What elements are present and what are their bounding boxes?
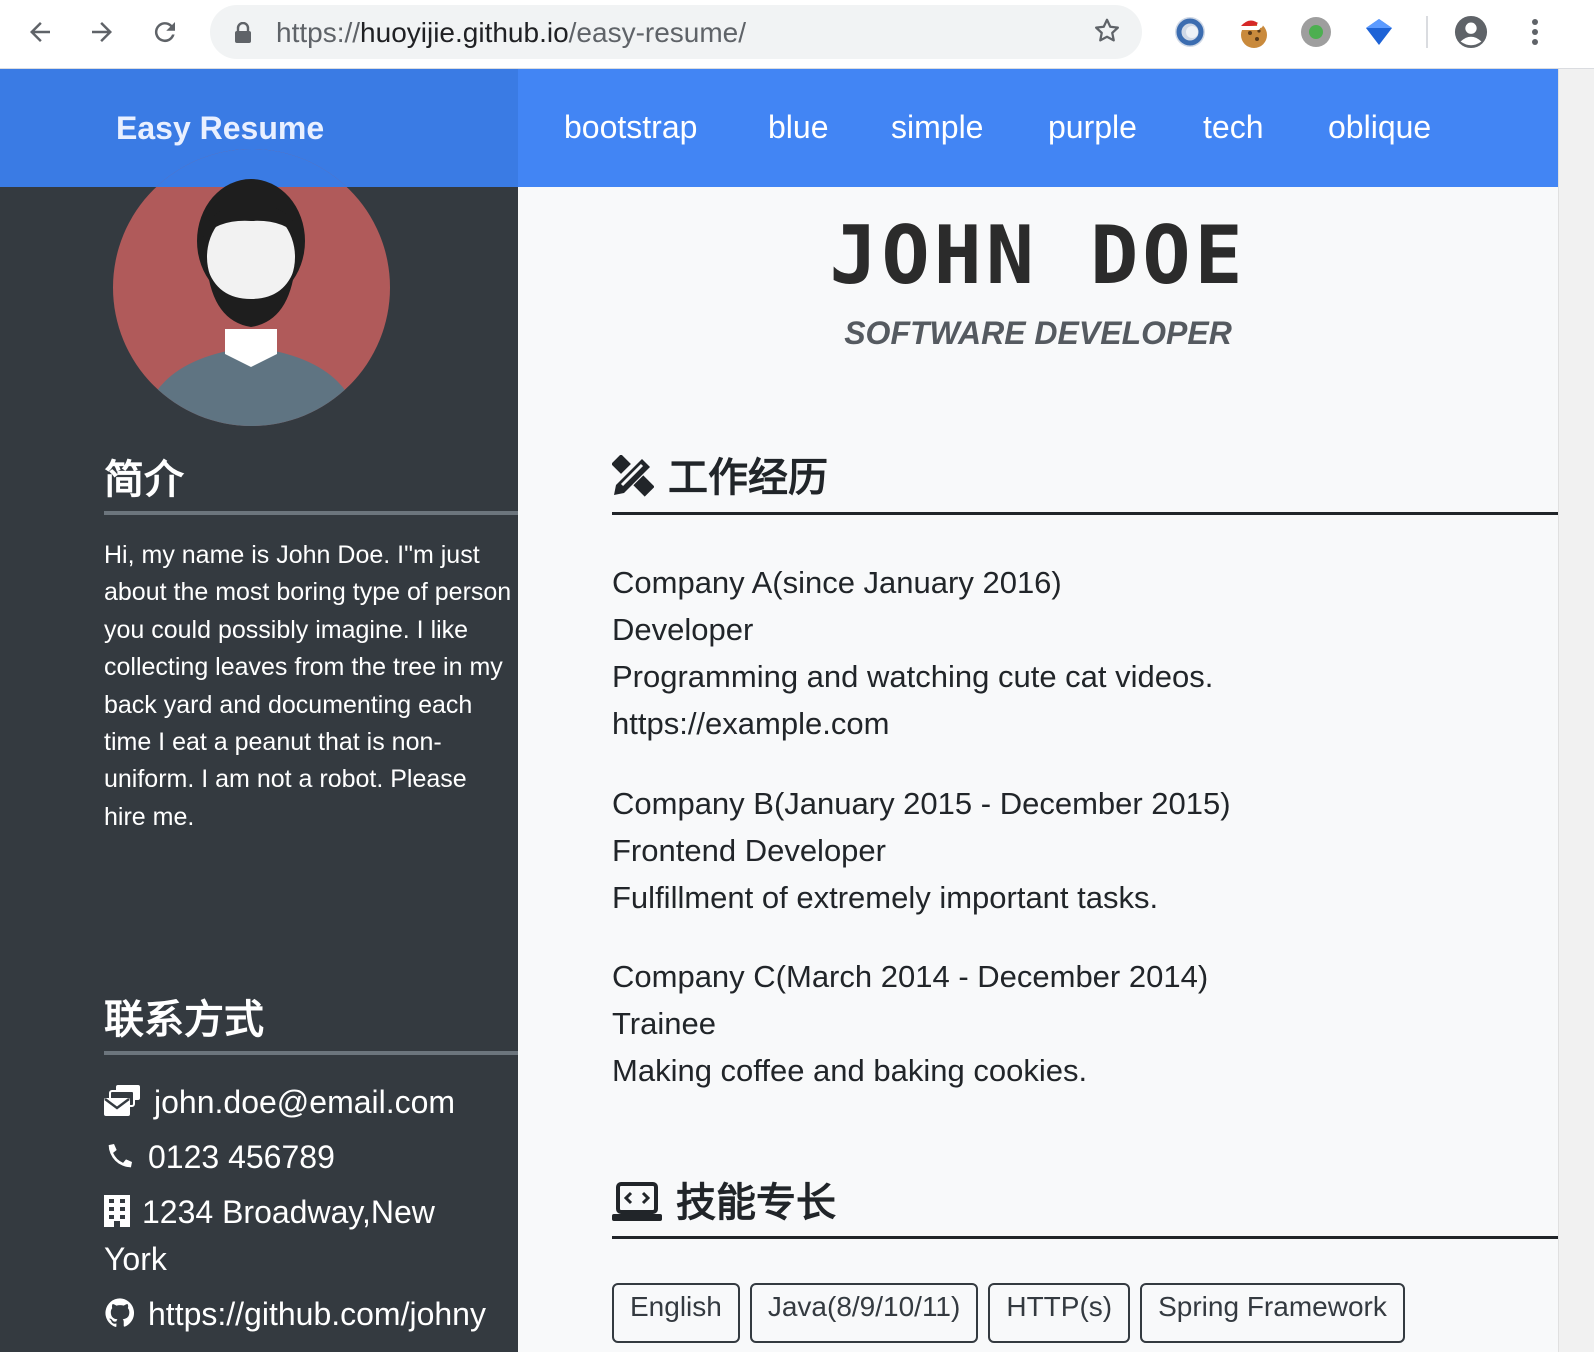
nav-link-tech[interactable]: tech: [1203, 109, 1263, 146]
skills-title-text: 技能专长: [676, 1180, 836, 1226]
job-item: Company A(since January 2016) Developer …: [612, 559, 1213, 747]
extension-cookie-icon[interactable]: [1236, 15, 1270, 49]
contact-divider: [104, 1051, 518, 1055]
job-item: Company B(January 2015 - December 2015) …: [612, 780, 1231, 921]
sidebar: Easy Resume 简介 Hi, my name is John Doe. …: [0, 69, 518, 1352]
work-section-title: 工作经历: [611, 445, 828, 507]
building-icon: [104, 1193, 130, 1239]
nav-link-blue[interactable]: blue: [768, 109, 829, 146]
job-description: Fulfillment of extremely important tasks…: [612, 880, 1159, 915]
job-item: Company C(March 2014 - December 2014) Tr…: [612, 953, 1208, 1094]
github-text: https://github.com/johny: [148, 1296, 486, 1332]
nav-link-purple[interactable]: purple: [1048, 109, 1137, 146]
nav-link-simple[interactable]: simple: [891, 109, 983, 146]
job-position: Trainee: [612, 1006, 716, 1041]
github-icon: [104, 1295, 136, 1341]
skills-list: English Java(8/9/10/11) HTTP(s) Spring F…: [612, 1283, 1405, 1343]
page-scrollbar[interactable]: [1558, 69, 1594, 1352]
contact-address: 1234 Broadway,New: [104, 1189, 435, 1239]
brand-link[interactable]: Easy Resume: [116, 110, 324, 147]
mail-bulk-icon: [104, 1083, 142, 1129]
browser-toolbar: https://huoyijie.github.io/easy-resume/: [0, 0, 1594, 69]
job-position: Frontend Developer: [612, 833, 886, 868]
menu-icon[interactable]: [1518, 15, 1552, 49]
job-company: Company A(since January 2016): [612, 565, 1062, 600]
email-text: john.doe@email.com: [154, 1084, 456, 1120]
skill-badge: HTTP(s): [988, 1283, 1131, 1343]
reload-icon[interactable]: [145, 12, 185, 52]
star-icon[interactable]: [1092, 16, 1122, 51]
job-company: Company B(January 2015 - December 2015): [612, 786, 1231, 821]
nav-link-oblique[interactable]: oblique: [1328, 109, 1431, 146]
address-line2: York: [104, 1241, 167, 1277]
contact-github[interactable]: https://github.com/johny: [104, 1291, 486, 1341]
skills-section-title: 技能专长: [612, 1170, 836, 1232]
phone-icon: [104, 1138, 136, 1184]
about-title: 简介: [104, 457, 184, 503]
person-role: SOFTWARE DEVELOPER: [844, 315, 1232, 351]
skill-badge: Spring Framework: [1140, 1283, 1405, 1343]
extension-ring-icon[interactable]: [1173, 15, 1207, 49]
contact-title: 联系方式: [104, 997, 264, 1043]
resume-main: JOHN DOE SOFTWARE DEVELOPER 工作经历 Company…: [518, 187, 1558, 1352]
profile-icon[interactable]: [1454, 15, 1488, 49]
lock-icon: [234, 21, 252, 49]
job-company: Company C(March 2014 - December 2014): [612, 959, 1209, 994]
job-link[interactable]: https://example.com: [612, 700, 1213, 747]
about-divider: [104, 511, 518, 515]
about-text: Hi, my name is John Doe. I"m just about …: [104, 541, 512, 831]
back-icon[interactable]: [20, 12, 60, 52]
forward-icon[interactable]: [82, 12, 122, 52]
skill-badge: Java(8/9/10/11): [749, 1283, 979, 1343]
job-description: Programming and watching cute cat videos…: [612, 659, 1214, 694]
url-text: https://huoyijie.github.io/easy-resume/: [276, 17, 747, 48]
work-divider: [612, 512, 1558, 515]
skill-badge: English: [612, 1283, 740, 1343]
toolbar-divider: [1426, 16, 1428, 48]
work-title-text: 工作经历: [668, 455, 828, 501]
job-position: Developer: [612, 612, 754, 647]
pencil-ruler-icon: [611, 454, 655, 507]
job-description: Making coffee and baking cookies.: [612, 1053, 1088, 1088]
address-bar[interactable]: https://huoyijie.github.io/easy-resume/: [210, 5, 1142, 59]
contact-email[interactable]: john.doe@email.com: [104, 1079, 455, 1129]
laptop-code-icon: [612, 1182, 662, 1232]
theme-nav: bootstrap blue simple purple tech obliqu…: [518, 69, 1558, 187]
nav-link-bootstrap[interactable]: bootstrap: [564, 109, 697, 146]
phone-text: 0123 456789: [148, 1139, 335, 1175]
skills-divider: [612, 1236, 1558, 1239]
avatar: [113, 149, 390, 426]
person-name: JOHN DOE: [829, 209, 1247, 302]
extension-gem-icon[interactable]: [1362, 15, 1396, 49]
extension-dot-icon[interactable]: [1299, 15, 1333, 49]
address-line1: 1234 Broadway,New: [142, 1194, 435, 1230]
contact-phone[interactable]: 0123 456789: [104, 1134, 335, 1184]
